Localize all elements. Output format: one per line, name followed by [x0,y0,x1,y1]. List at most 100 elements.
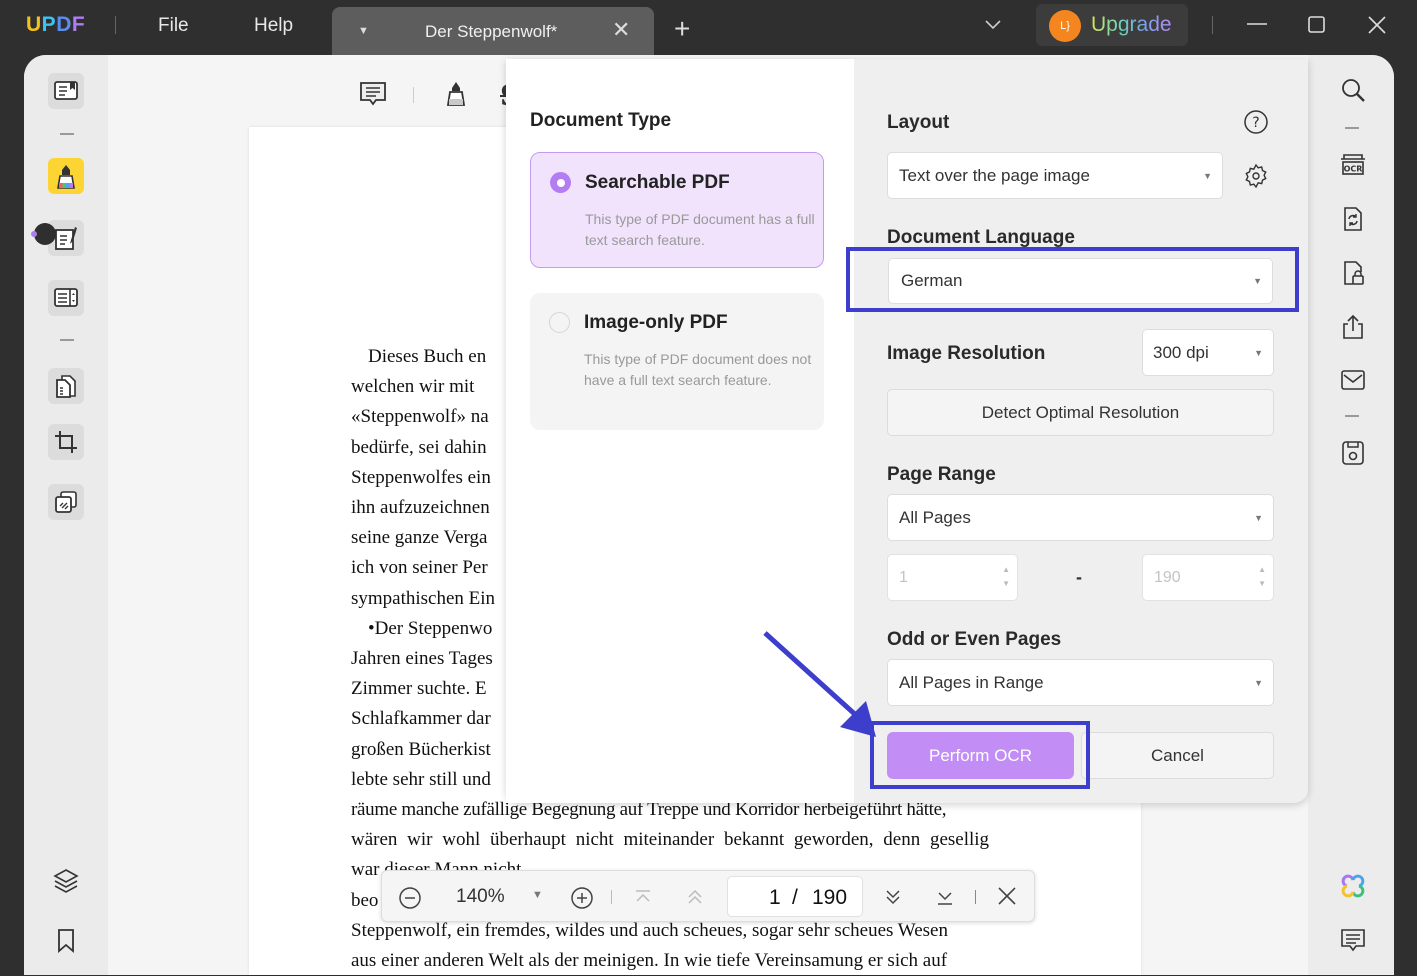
close-tab-icon[interactable]: ✕ [612,17,630,43]
comment-tool-icon[interactable] [358,79,388,114]
right-sidebar [1308,55,1394,975]
layers-icon[interactable] [52,867,80,900]
page-range-label: Page Range [887,464,996,485]
spinner-icon[interactable]: ▲ ▼ [1258,563,1266,591]
radio-selected[interactable] [550,172,571,193]
settings-gear-icon[interactable] [1242,162,1270,195]
option-title: Searchable PDF [585,172,730,193]
page-range-to-input[interactable]: 190 ▲ ▼ [1142,554,1274,601]
layout-select[interactable]: Text over the page image ▼ [887,152,1223,199]
comment-highlighter-icon[interactable] [48,158,84,194]
ai-assistant-icon[interactable] [1339,872,1367,900]
option-searchable-pdf[interactable]: Searchable PDF This type of PDF document… [530,152,824,268]
from-value: 1 [899,568,908,586]
dropdown-arrow-icon: ▼ [1203,170,1212,181]
text-line: aus einer anderen Welt als der meinigen.… [351,950,948,972]
page-number-input[interactable]: 1 / 190 [727,876,863,917]
minimize-icon[interactable] [1245,14,1269,43]
close-window-icon[interactable] [1365,14,1389,43]
first-page-icon[interactable] [632,886,654,913]
crop-icon[interactable] [48,424,84,460]
page-range-value: All Pages [899,507,971,527]
form-icon[interactable] [48,280,84,316]
sidebar-collapse-handle[interactable] [31,223,56,245]
previous-page-icon[interactable] [684,886,706,913]
document-type-heading: Document Type [530,110,672,131]
document-tab[interactable]: ▼ Der Steppenwolf* ✕ [332,7,654,55]
divider [1345,415,1359,417]
range-dash: - [1076,567,1082,587]
detect-optimal-resolution-button[interactable]: Detect Optimal Resolution [887,389,1274,436]
updf-logo: UPDF [26,13,86,36]
page-range-from-input[interactable]: 1 ▲ ▼ [887,554,1018,601]
ocr-icon[interactable]: OCR [1339,150,1367,178]
comment-icon[interactable] [1339,926,1367,954]
option-description: This type of PDF document does not have … [584,351,812,388]
title-bar: UPDF File Help ▼ Der Steppenwolf* ✕ + L}… [0,0,1417,55]
page-navigation-bar: 140% ▼ 1 / 190 [381,870,1035,922]
close-navbar-icon[interactable] [996,885,1018,912]
divider [975,890,976,904]
highlight-tool-icon[interactable] [442,79,470,114]
odd-even-label: Odd or Even Pages [887,629,1062,650]
page-range-select[interactable]: All Pages ▼ [887,494,1274,541]
left-sidebar [24,55,108,975]
document-language-label: Document Language [887,227,1075,248]
organize-pages-icon[interactable] [48,368,84,404]
tab-dropdown-icon[interactable]: ▼ [358,25,369,37]
svg-text:?: ? [1252,115,1259,131]
zoom-dropdown-icon[interactable]: ▼ [532,889,543,901]
option-description: This type of PDF document has a full tex… [585,211,815,248]
resolution-value: 300 dpi [1153,342,1209,362]
odd-even-select[interactable]: All Pages in Range ▼ [887,659,1274,706]
menu-file[interactable]: File [158,15,189,37]
total-pages: 190 [812,886,848,909]
radio-unselected[interactable] [549,312,570,333]
odd-even-value: All Pages in Range [899,672,1044,692]
text-line: wären wir wohl überhaupt nicht miteinand… [351,829,990,851]
bookmark-icon[interactable] [54,927,78,960]
spinner-icon[interactable]: ▲ ▼ [1002,563,1010,591]
language-highlight-annotation [846,247,1299,312]
zoom-level[interactable]: 140% [456,886,505,908]
save-icon[interactable] [1339,439,1367,467]
zoom-out-icon[interactable] [398,886,422,915]
upgrade-button[interactable]: L} Upgrade [1036,4,1188,46]
chevron-down-icon[interactable] [983,14,1003,39]
cancel-button[interactable]: Cancel [1081,732,1274,779]
new-tab-icon[interactable]: + [674,13,690,45]
option-image-only-pdf[interactable]: Image-only PDF This type of PDF document… [530,293,824,430]
dropdown-arrow-icon: ▼ [1254,512,1263,523]
document-type-panel: Document Type Searchable PDF This type o… [506,59,854,803]
image-resolution-select[interactable]: 300 dpi ▼ [1142,329,1274,376]
page-separator: / [792,886,798,909]
image-resolution-label: Image Resolution [887,343,1046,364]
avatar[interactable]: L} [1049,10,1081,42]
svg-text:OCR: OCR [1344,165,1363,174]
to-value: 190 [1154,568,1181,586]
ocr-dialog: Document Type Searchable PDF This type o… [506,59,1308,803]
divider [413,87,414,103]
watermark-icon[interactable] [48,484,84,520]
divider [60,339,74,341]
divider [1212,16,1213,34]
perform-ocr-highlight-annotation [870,721,1090,789]
tab-title: Der Steppenwolf* [425,22,558,41]
convert-icon[interactable] [1339,205,1367,233]
protect-icon[interactable] [1339,259,1367,287]
reader-icon[interactable] [48,73,84,109]
share-icon[interactable] [1339,313,1367,341]
layout-value: Text over the page image [899,165,1090,185]
current-page: 1 [769,886,781,909]
divider [1345,127,1359,129]
menu-help[interactable]: Help [254,15,293,37]
last-page-icon[interactable] [934,886,956,913]
dropdown-arrow-icon: ▼ [1254,677,1263,688]
maximize-icon[interactable] [1305,14,1329,43]
email-icon[interactable] [1339,366,1367,394]
next-page-icon[interactable] [882,886,904,913]
upgrade-label: Upgrade [1091,13,1172,36]
zoom-in-icon[interactable] [570,886,594,915]
help-icon[interactable]: ? [1243,109,1269,140]
search-icon[interactable] [1339,76,1367,104]
